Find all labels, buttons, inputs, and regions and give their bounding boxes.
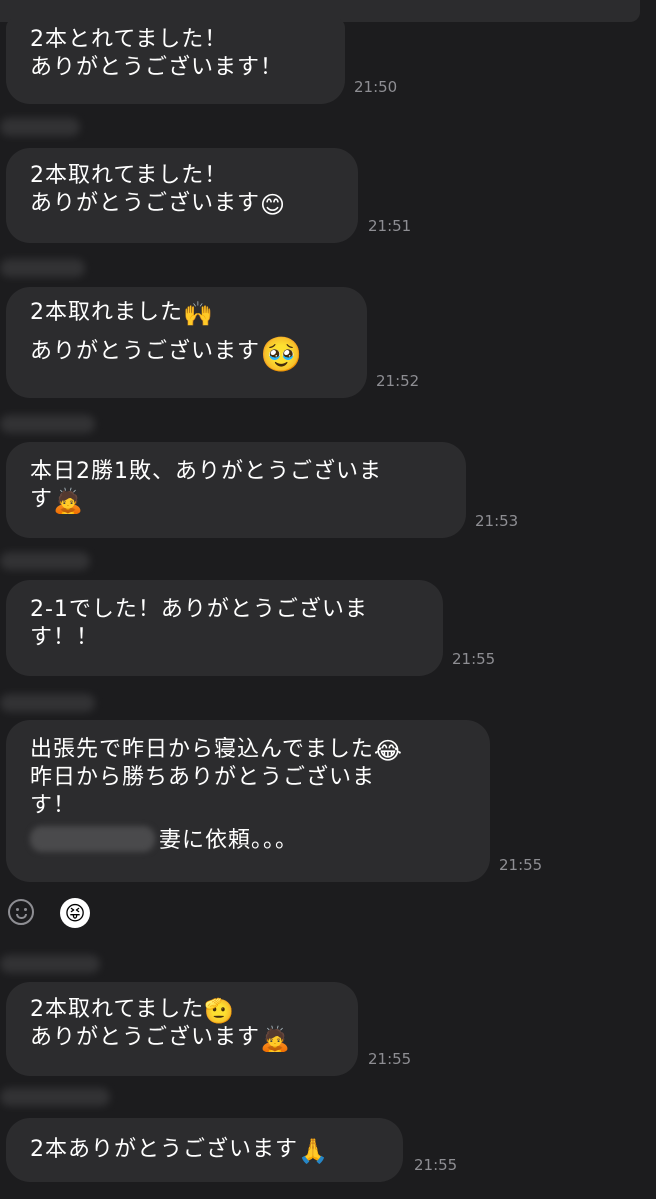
message-text: 2本取れました [30,300,183,325]
sender-name [0,415,95,433]
message-time: 21:55 [452,650,496,668]
bowing-person-emoji: 🙇 [260,1025,291,1053]
sender-name [0,1088,110,1106]
holding-back-tears-emoji: 🥹 [260,335,304,375]
message-text: す！！ [30,625,100,650]
message-time: 21:55 [368,1050,412,1068]
smile-emoji: 😊 [260,191,287,219]
message-text: 2本とれてました！ [30,27,228,52]
message-text: ありがとうございます [30,339,261,364]
sender-name [0,955,100,973]
message-text: ありがとうございます [30,191,261,216]
saluting-face-emoji: 🫡 [204,997,236,1025]
message-bubble[interactable]: 出張先で昨日から寝込んでました😂 昨日から勝ちありがとうございま す！ 妻に依頼… [6,720,490,882]
message-text: ありがとうございます！ [30,55,284,80]
message-text: 本日2勝1敗、ありがとうございま [30,459,382,484]
message-bubble[interactable]: 2本取れてました！ ありがとうございます😊 [6,148,358,243]
message-text: す [30,487,54,512]
sender-name [0,694,95,712]
message-bubble[interactable]: 2本取れました🙌 ありがとうございます🥹 [6,287,367,398]
sender-name [0,118,80,136]
message-text: 2-1でした！ありがとうございま [30,597,368,622]
sender-name [0,259,85,277]
message-time: 21:52 [376,372,420,390]
folded-hands-emoji: 🙏 [298,1137,329,1165]
sender-name [0,552,90,570]
message-bubble[interactable]: 2本ありがとうございます🙏 [6,1118,403,1182]
message-text: 昨日から勝ちありがとうございま [30,765,376,790]
message-text: す！ [30,793,77,818]
message-bubble[interactable]: 2-1でした！ありがとうございま す！！ [6,580,443,676]
tears-of-joy-emoji: 😂 [373,737,403,765]
message-text: 2本取れてました！ [30,163,228,188]
message-bubble[interactable]: 本日2勝1敗、ありがとうございま す🙇 [6,442,466,538]
message-text: 妻に依頼。。。 [159,828,299,853]
bowing-person-emoji: 🙇 [53,487,84,515]
message-bubble[interactable]: 2本とれてました！ ありがとうございます！ [6,18,345,104]
message-bubble[interactable]: 2本取れてました🫡 ありがとうございます🙇 [6,982,358,1076]
message-text: 2本ありがとうございます [30,1137,298,1162]
message-time: 21:55 [414,1156,458,1174]
reaction-sticker[interactable]: 😝 [60,898,90,928]
message-time: 21:51 [368,217,412,235]
add-reaction-icon[interactable] [8,899,34,925]
message-text: 出張先で昨日から寝込んでました [30,737,374,762]
message-time: 21:53 [475,512,519,530]
message-text: 2本取れてました [30,997,205,1022]
message-time: 21:55 [499,856,543,874]
raised-hands-emoji: 🙌 [183,300,214,328]
message-text: ありがとうございます [30,1025,261,1050]
message-time: 21:50 [354,78,398,96]
redacted-text [30,826,155,852]
